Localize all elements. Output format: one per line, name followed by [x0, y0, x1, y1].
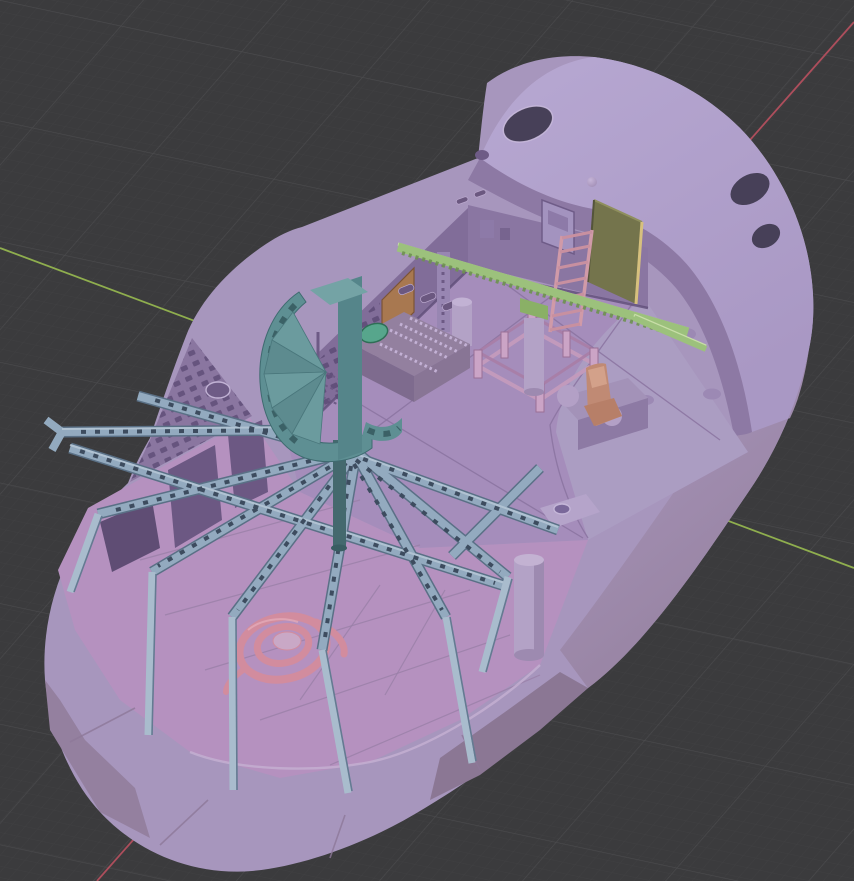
- rim-bolt: [587, 177, 597, 187]
- 3d-viewport[interactable]: [0, 0, 854, 881]
- enclosure-post: [501, 332, 508, 358]
- enclosure-post: [474, 350, 482, 378]
- hose-center-dome: [273, 632, 301, 650]
- sphere: [557, 385, 579, 407]
- beam-support-post: [524, 318, 544, 392]
- wall-greeble: [500, 228, 510, 240]
- support-pillar[interactable]: [514, 554, 544, 661]
- staircase-spine: [338, 276, 362, 460]
- wall-greeble: [480, 220, 494, 238]
- enclosure-post: [563, 331, 570, 357]
